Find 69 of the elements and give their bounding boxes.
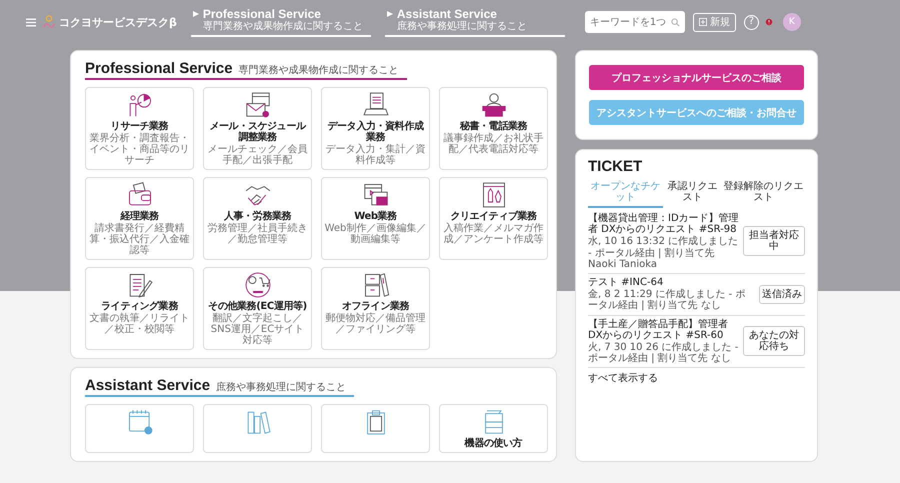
service-card[interactable]: 秘書・電話業務 議事録作成／お礼状手配／代表電話対応等: [439, 87, 548, 170]
service-card[interactable]: クリエイティブ業務 入稿作業／メルマガ作成／アンケート作成等: [439, 177, 548, 260]
service-card[interactable]: [321, 404, 430, 453]
card-title: ライティング業務: [101, 301, 178, 312]
plus-icon: [698, 18, 707, 26]
show-all-link[interactable]: すべて表示する: [588, 368, 805, 386]
card-description: 文書の執筆／リライト／校正・校閲等: [88, 313, 190, 335]
card-description: メールチェック／会員手配／出張手配: [206, 144, 308, 166]
ticket-title[interactable]: 【機器貸出管理：IDカード】管理者 DXからのリクエスト #SR-98: [588, 213, 739, 236]
caret-icon: [192, 11, 199, 17]
ticket-heading: TICKET: [588, 158, 644, 175]
service-card[interactable]: メール・スケジュール調整業務 メールチェック／会員手配／出張手配: [203, 87, 312, 170]
section-subtitle: 庶務や事務処理に関すること: [216, 380, 346, 394]
search-icon: [670, 18, 680, 27]
status-badge: 送信済み: [759, 284, 805, 304]
menu-icon[interactable]: [26, 18, 36, 26]
card-title: クリエイティブ業務: [450, 211, 537, 222]
notification-icon[interactable]: [764, 18, 773, 26]
ticket-tab[interactable]: 承認リクエスト: [663, 179, 722, 208]
section-subtitle: 専門業務や成果物作成に関すること: [238, 64, 399, 77]
ticket-meta: 火, 7 30 10 26 に作成しました - ポータル経由 | 割り当て先 なし: [588, 342, 739, 364]
service-card[interactable]: 経理業務 請求書発行／経費精算・振込代行／入金確認等: [85, 177, 194, 260]
ticket-title[interactable]: テスト #INC-64: [588, 276, 755, 288]
speech-cart-icon: [244, 271, 272, 299]
card-description: 郵便物対応／備品管理／ファイリング等: [324, 313, 426, 335]
service-card[interactable]: データ入力・資料作成業務 データ入力・集計／資料作成等: [321, 87, 430, 170]
service-card[interactable]: その他業務(EC運用等) 翻訳／文字起こし／SNS運用／ECサイト対応等: [203, 267, 312, 350]
card-description: Web制作／画像編集／動画編集等: [324, 223, 427, 245]
consult-button[interactable]: プロフェッショナルサービスのご相談: [589, 65, 804, 90]
card-description: 翻訳／文字起こし／SNS運用／ECサイト対応等: [210, 313, 306, 346]
card-title: 経理業務: [120, 211, 159, 222]
nav-subtitle: 専門業務や成果物作成に関すること: [202, 21, 363, 33]
service-card[interactable]: ライティング業務 文書の執筆／リライト／校正・校閲等: [85, 267, 194, 350]
ticket-meta: 金, 8 2 11:29 に作成しました - ポータル経由 | 割り当て先 なし: [588, 289, 746, 312]
service-card[interactable]: [85, 404, 194, 453]
caret-icon: [386, 11, 393, 17]
person-desk-icon: [480, 91, 508, 119]
card-title: 機器の使い方: [464, 438, 522, 449]
card-title: データ入力・資料作成業務: [326, 121, 425, 143]
nav-subtitle: 庶務や事務処理に関すること: [396, 21, 527, 33]
status-badge: あなたの対応待ち: [743, 326, 805, 356]
card-title: 人事・労務業務: [224, 211, 292, 222]
card-description: 労務管理／社員手続き／勤怠管理等: [206, 223, 308, 245]
section-title: Professional Service: [85, 60, 233, 77]
service-card[interactable]: Web業務 Web制作／画像編集／動画編集等: [321, 177, 430, 260]
ticket-meta: 水, 10 16 13:32 に作成しました - ポータル経由 | 割り当て先 Naoki Tanioka: [588, 236, 739, 270]
card-description: 入稿作業／メルマガ作成／アンケート作成等: [442, 223, 544, 245]
section-title: Assistant Service: [85, 377, 210, 394]
card-title: Web業務: [354, 211, 397, 222]
card-description: 請求書発行／経費精算・振込代行／入金確認等: [88, 223, 190, 256]
service-card[interactable]: オフライン業務 郵便物対応／備品管理／ファイリング等: [321, 267, 430, 350]
status-badge: 担当者対応中: [743, 226, 805, 256]
ticket-title[interactable]: 【手土産／贈答品手配】管理者 DXからのリクエスト #SR-60: [588, 318, 739, 341]
card-description: データ入力・集計／資料作成等: [324, 144, 426, 166]
calendar-envelope-icon: [244, 91, 272, 119]
card-title: オフライン業務: [342, 301, 410, 312]
service-card[interactable]: 機器の使い方: [439, 404, 548, 453]
card-title: リサーチ業務: [110, 121, 168, 132]
service-card[interactable]: 人事・労務業務 労務管理／社員手続き／勤怠管理等: [203, 177, 312, 260]
search-field[interactable]: キーワードを1つ: [584, 11, 685, 33]
card-title: メール・スケジュール調整業務: [208, 121, 307, 143]
service-card[interactable]: リサーチ業務 業界分析・調査報告・イベント・商品等のリサーチ: [85, 87, 194, 170]
ticket-tab[interactable]: 登録解除のリクエスト: [722, 179, 805, 208]
card-title: その他業務(EC運用等): [208, 301, 307, 312]
service-card[interactable]: [203, 404, 312, 453]
logo-icon: [42, 15, 56, 29]
card-description: 議事録作成／お礼状手配／代表電話対応等: [442, 133, 544, 155]
card-title: 秘書・電話業務: [460, 121, 528, 132]
card-description: 業界分析・調査報告・イベント・商品等のリサーチ: [88, 133, 190, 166]
